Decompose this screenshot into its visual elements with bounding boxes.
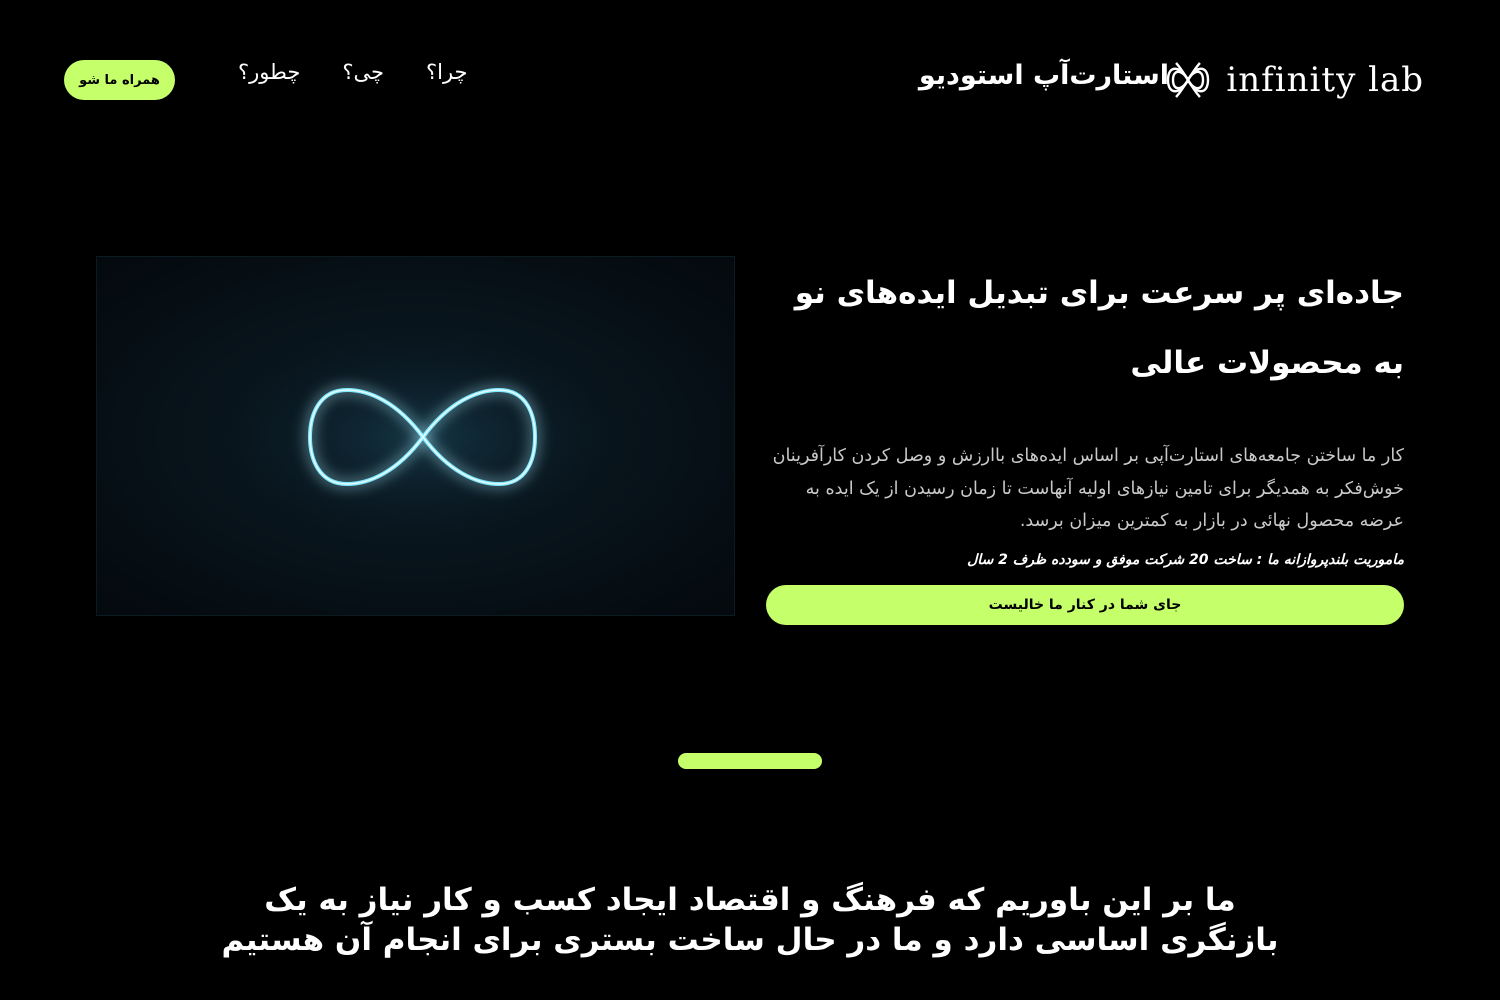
nav-link-how[interactable]: چطور؟ <box>238 60 300 84</box>
hero-text: جاده‌ای پر سرعت برای تبدیل ایده‌های نو ب… <box>764 258 1404 568</box>
main-nav: چرا؟ چی؟ چطور؟ <box>238 60 468 84</box>
hero-image-infinity <box>96 256 735 616</box>
brand[interactable]: infinity lab <box>1164 52 1424 108</box>
brand-name-fa[interactable]: استارت‌آپ استودیو <box>919 60 1169 91</box>
join-cta-button[interactable]: جای شما در کنار ما خالیست <box>766 585 1404 625</box>
nav-link-what[interactable]: چی؟ <box>342 60 384 84</box>
join-us-button[interactable]: همراه ما شو <box>64 60 175 100</box>
site-header: infinity lab استارت‌آپ استودیو چرا؟ چی؟ … <box>0 0 1500 160</box>
belief-statement: ما بر این باوریم که فرهنگ و اقتصاد ایجاد… <box>221 882 1279 958</box>
nav-link-why[interactable]: چرا؟ <box>426 60 468 84</box>
hero-title: جاده‌ای پر سرعت برای تبدیل ایده‌های نو ب… <box>794 275 1404 381</box>
infinity-knot-logo-icon <box>1164 57 1212 103</box>
hero-mission: ماموریت بلندپروازانه ما : ساخت 20 شرکت م… <box>967 551 1404 568</box>
section-divider <box>678 753 822 769</box>
hero-description: کار ما ساختن جامعه‌های استارت‌آپی بر اسا… <box>772 446 1404 531</box>
brand-name-en: infinity lab <box>1226 60 1424 100</box>
